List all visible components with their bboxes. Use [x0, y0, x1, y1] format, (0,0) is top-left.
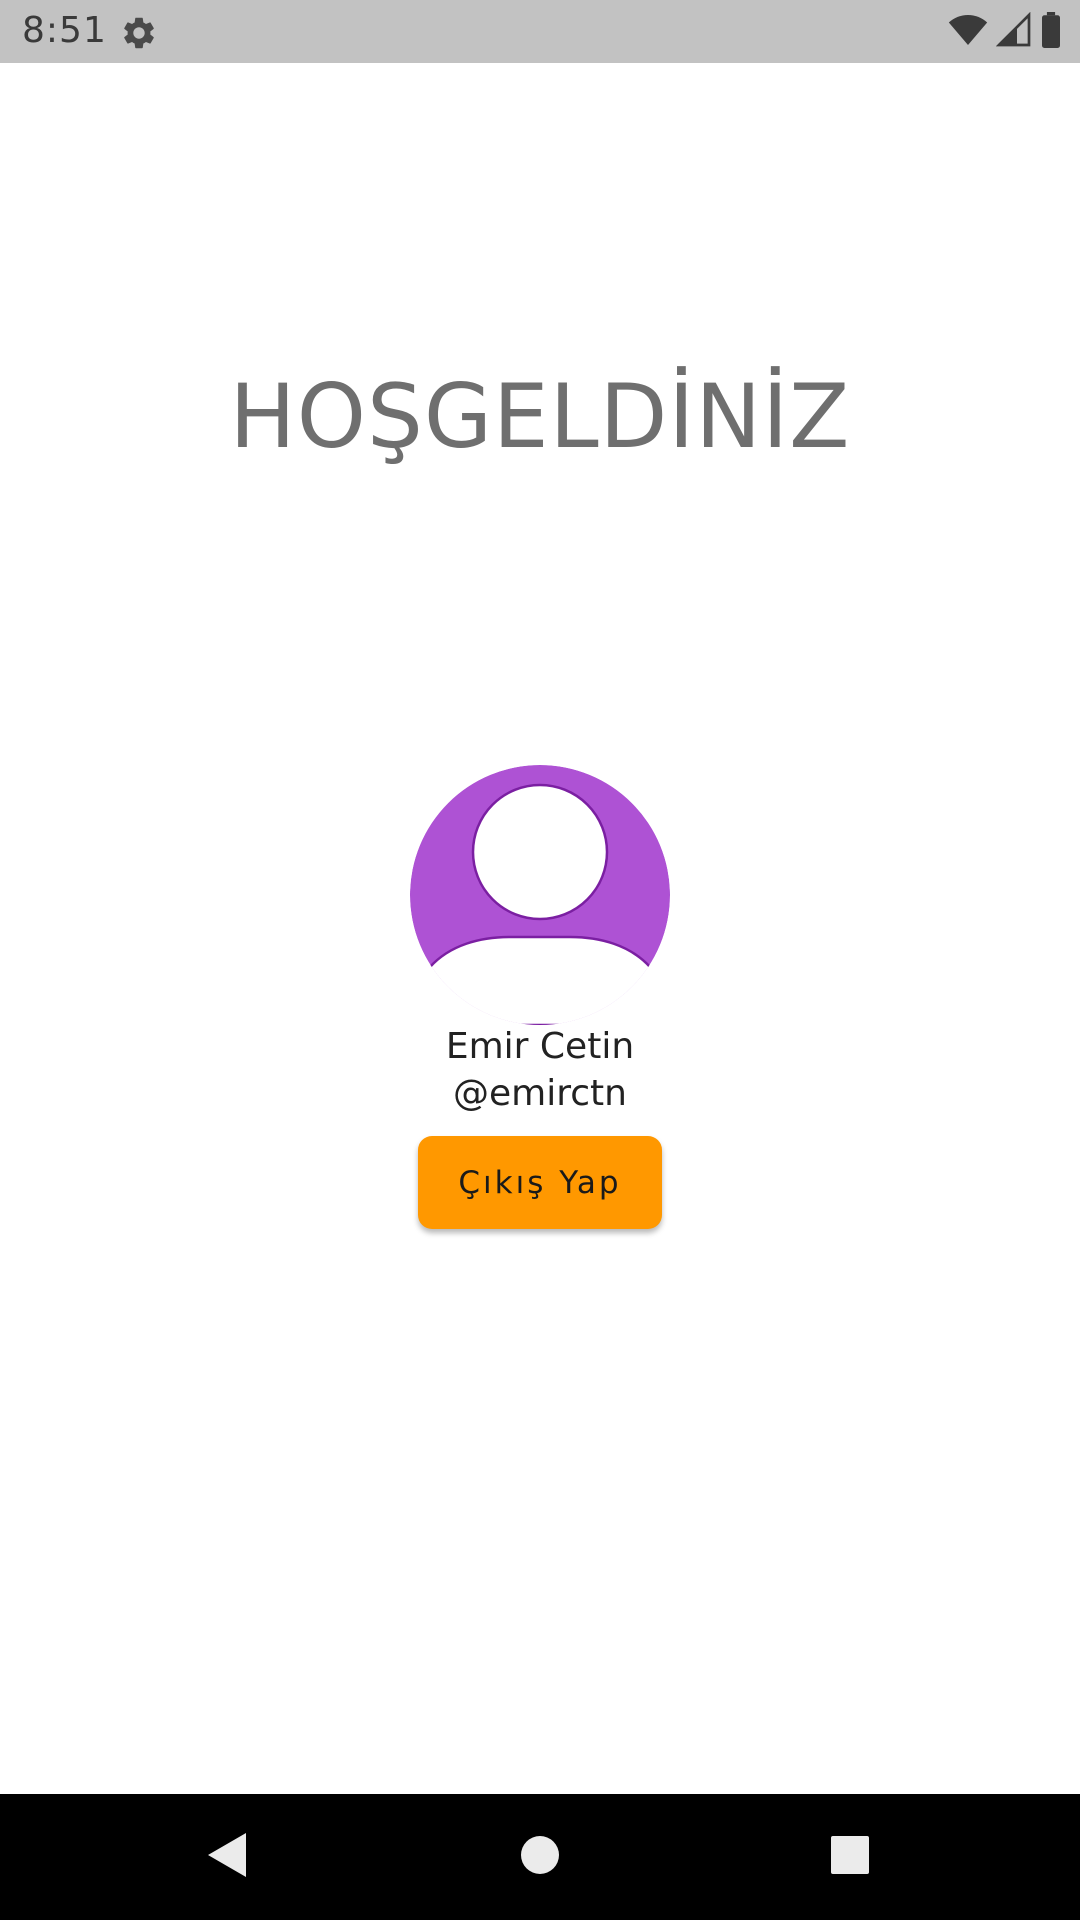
page-title: HOŞGELDİNİZ [229, 365, 851, 468]
back-button[interactable] [156, 1794, 296, 1920]
user-avatar-icon [410, 765, 670, 1025]
logout-button[interactable]: Çıkış Yap [418, 1136, 662, 1229]
home-icon [520, 1835, 560, 1879]
user-name: Emir Cetin [445, 1026, 635, 1067]
recents-icon [830, 1835, 870, 1879]
screen: 8:51 HOŞGELDİNİZ Emir Cetin @emirctn Çık… [0, 0, 1080, 1920]
home-button[interactable] [470, 1794, 610, 1920]
wifi-icon [948, 12, 988, 52]
status-icons [948, 11, 1062, 52]
signal-icon [995, 11, 1032, 52]
status-bar: 8:51 [0, 0, 1080, 63]
status-time: 8:51 [22, 10, 107, 51]
recents-button[interactable] [780, 1794, 920, 1920]
navigation-bar [0, 1794, 1080, 1920]
battery-icon [1040, 12, 1062, 52]
gear-icon [120, 14, 158, 52]
back-icon [204, 1831, 248, 1883]
user-handle: @emirctn [453, 1073, 627, 1114]
